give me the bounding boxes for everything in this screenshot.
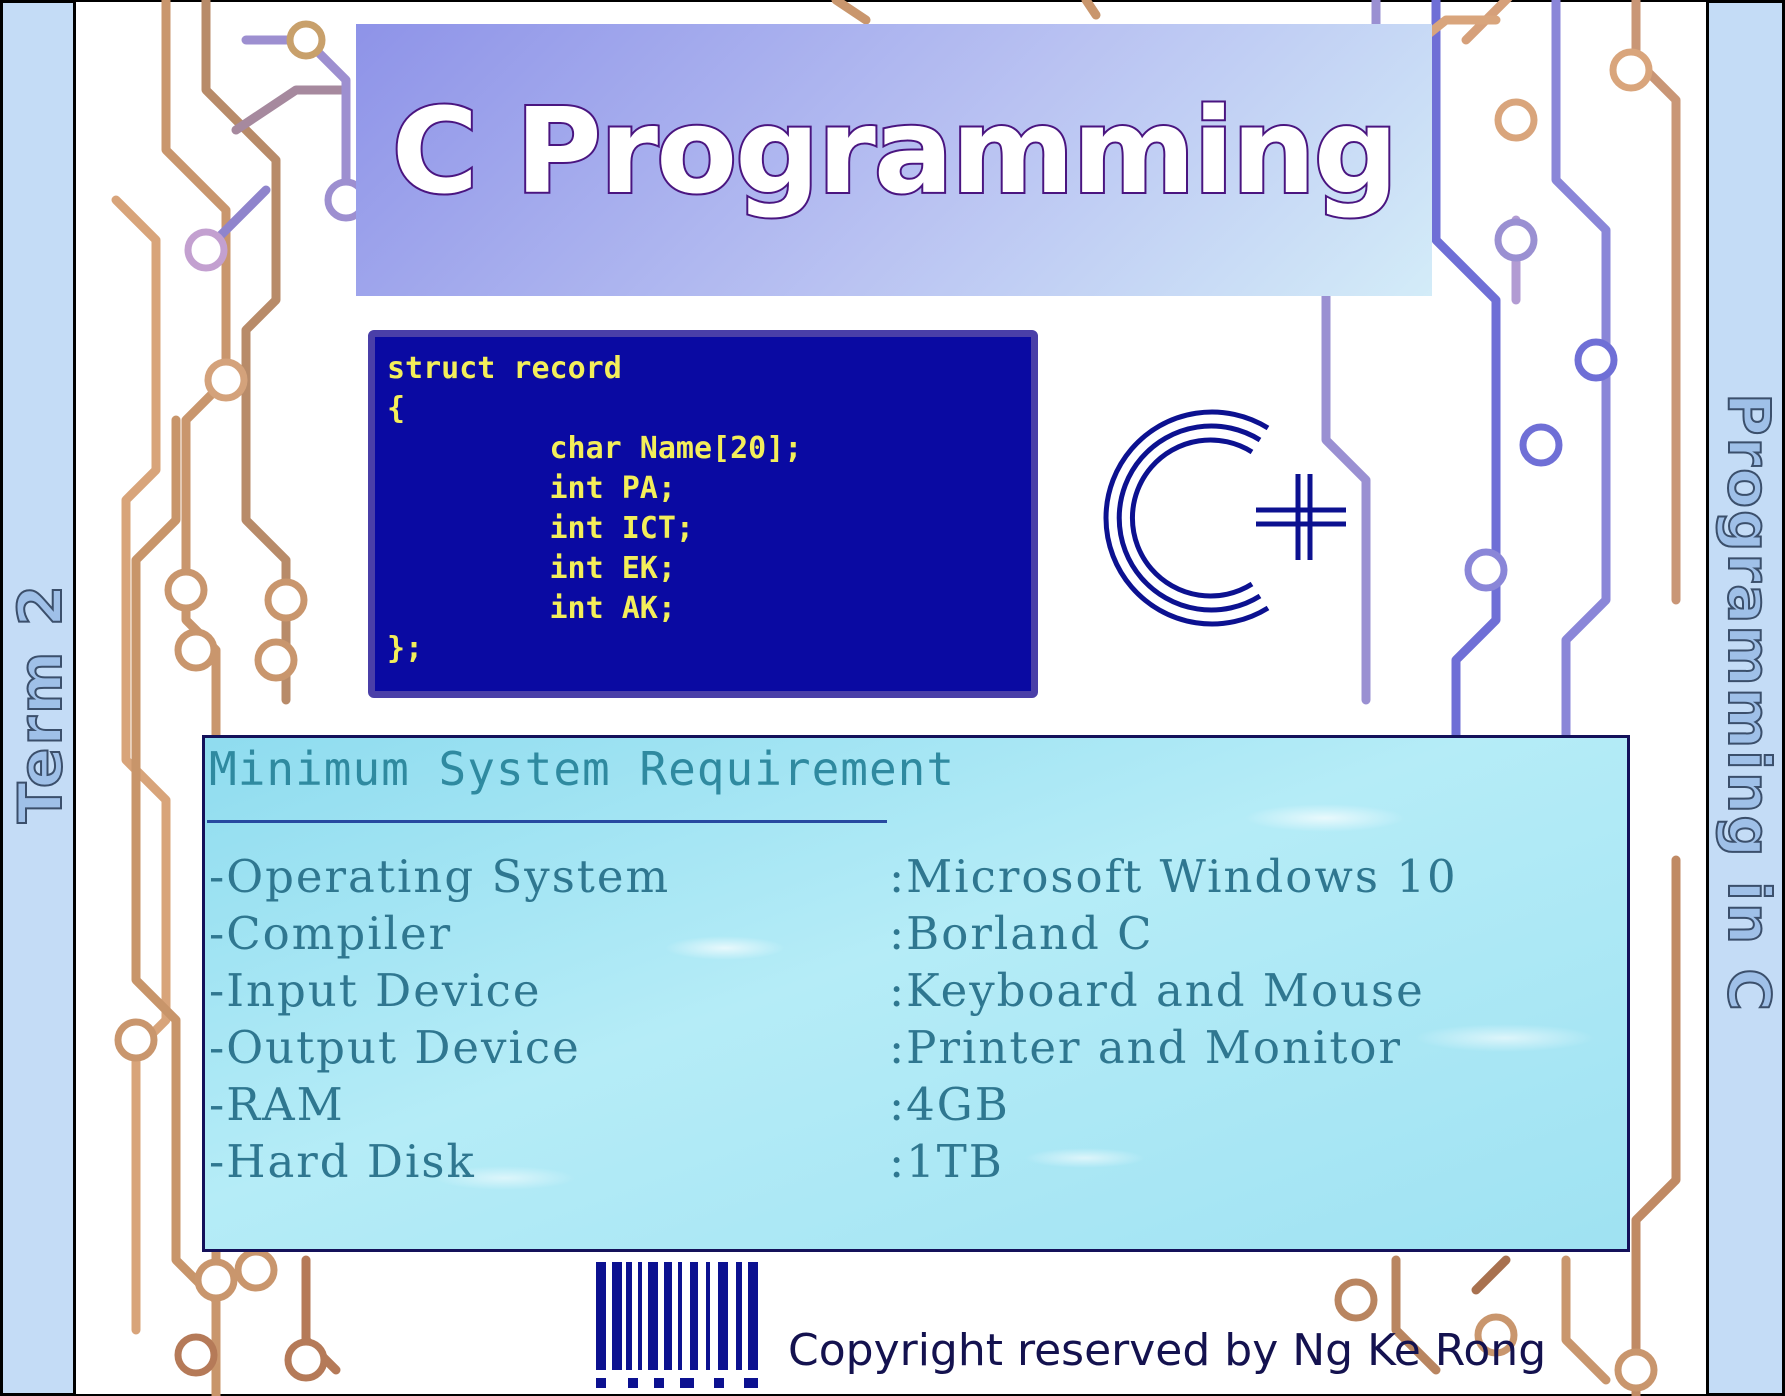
c-plus-logo-icon (1103, 409, 1346, 627)
requirement-label: -Operating System (209, 850, 671, 903)
copyright-text: Copyright reserved by Ng Ke Rong (788, 1325, 1547, 1376)
code-line: { (387, 391, 406, 426)
spine-term-label: Term 2 (5, 582, 77, 824)
code-line: int EK; (405, 551, 676, 586)
requirement-label: -Compiler (209, 907, 453, 960)
code-snippet-box: struct record { char Name[20]; int PA; i… (368, 330, 1038, 698)
system-requirements-panel: Minimum System Requirement -Operating Sy… (202, 735, 1630, 1252)
requirement-value: :Borland C (889, 907, 1154, 960)
code-line: int ICT; (405, 511, 694, 546)
barcode-icon (596, 1262, 758, 1388)
requirement-label: -Output Device (209, 1021, 581, 1074)
requirement-value: :Printer and Monitor (889, 1021, 1403, 1074)
requirements-heading: Minimum System Requirement (209, 742, 956, 796)
heading-underline (207, 820, 887, 823)
requirement-value: :4GB (889, 1078, 1010, 1131)
requirement-value: :Keyboard and Mouse (889, 964, 1425, 1017)
requirement-label: -RAM (209, 1078, 345, 1131)
requirement-value: :1TB (889, 1135, 1004, 1188)
requirement-label: -Input Device (209, 964, 542, 1017)
banner-title: C Programming (390, 80, 1401, 222)
code-line: char Name[20]; (405, 431, 803, 466)
right-spine: Programming in C (1706, 0, 1785, 1396)
code-line: int PA; (405, 471, 676, 506)
left-spine: Term 2 (0, 0, 77, 1396)
code-line: struct record (387, 351, 622, 386)
title-banner: C Programming (356, 24, 1432, 296)
code-line: int AK; (405, 591, 676, 626)
requirement-label: -Hard Disk (209, 1135, 476, 1188)
requirement-value: :Microsoft Windows 10 (889, 850, 1458, 903)
spine-subject-label: Programming in C (1714, 392, 1784, 1014)
code-line: }; (387, 631, 424, 666)
